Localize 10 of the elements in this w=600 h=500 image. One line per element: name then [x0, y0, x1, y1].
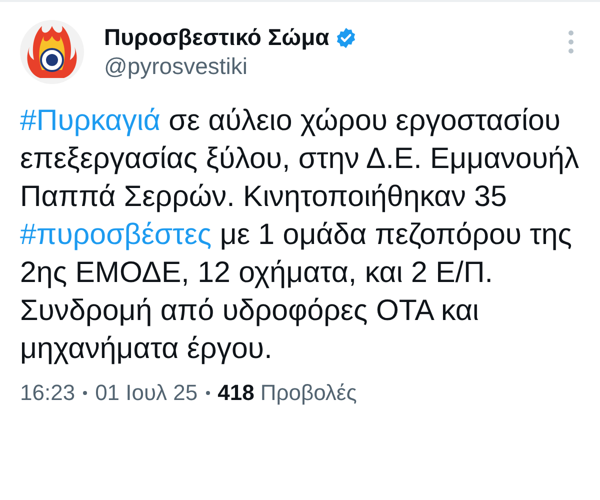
separator-dot-icon — [206, 391, 210, 395]
views-count: 418 — [218, 380, 254, 406]
tweet-text: #Πυρκαγιά σε αύλειο χώρου εργοστασίου επεξεργασίας ξύλου, στην Δ.Ε. Εμμανουήλ Παππά Σερρών. Κινητοποιήθηκαν 35 #πυροσβέστες με 1 ομάδα πεζοπόρου της 2ης ΕΜΟΔΕ, 12 οχήματα, και 2 Ε/Π. Συνδρομή από υδροφόρες ΟΤΑ και μηχανήματα έργου. — [20, 103, 580, 367]
tweet-date: 01 Ιουλ 25 — [95, 380, 198, 406]
author-name[interactable]: Πυροσβεστικό Σώμα — [104, 24, 330, 51]
avatar-emblem-icon[interactable] — [20, 20, 84, 84]
views-label: Προβολές — [260, 380, 357, 406]
separator-dot-icon — [83, 391, 88, 395]
author-handle[interactable]: @pyrosvestiki — [104, 53, 548, 80]
tweet-time: 16:23 — [20, 380, 76, 406]
